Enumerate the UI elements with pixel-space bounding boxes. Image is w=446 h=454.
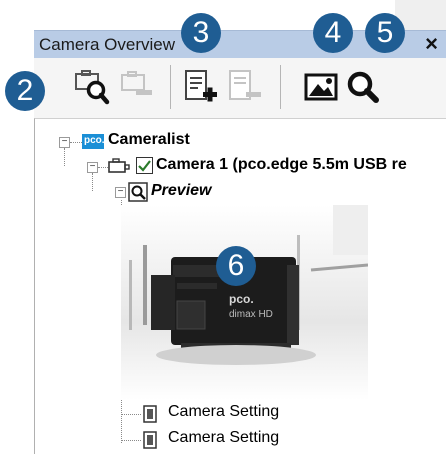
tree-connector xyxy=(64,148,65,166)
tree-connector xyxy=(121,440,141,441)
panel-title: Camera Overview xyxy=(39,35,176,54)
camera-setting-item[interactable]: Camera Setting xyxy=(168,403,279,421)
callout-badge-4: 4 xyxy=(313,13,353,53)
checkmark-icon xyxy=(138,160,151,172)
callout-badge-5: 5 xyxy=(365,13,405,53)
magnifier-icon xyxy=(347,71,379,103)
close-button[interactable]: × xyxy=(425,32,438,56)
cameralist-label[interactable]: Cameralist xyxy=(108,131,190,149)
camera-remove-icon xyxy=(121,71,152,95)
settings-document-icon xyxy=(143,405,157,423)
image-button[interactable] xyxy=(300,66,344,108)
camera-remove-button[interactable] xyxy=(116,66,160,108)
camera-search-icon xyxy=(75,70,110,105)
tree-connector xyxy=(121,414,141,415)
camera-brand-text: pco. xyxy=(229,292,254,306)
image-icon xyxy=(304,73,338,101)
preview-label[interactable]: Preview xyxy=(151,182,211,200)
callout-badge-2: 2 xyxy=(5,71,45,111)
toolbar-separator xyxy=(170,65,171,109)
camera-photo: pco. dimax HD xyxy=(121,205,368,400)
camera-model-text: dimax HD xyxy=(229,309,273,320)
preview-magnifier-icon xyxy=(128,182,148,202)
camera-preview-image[interactable]: pco. dimax HD xyxy=(121,205,368,400)
callout-badge-3: 3 xyxy=(181,13,221,53)
remove-item-button[interactable] xyxy=(224,66,268,108)
add-item-button[interactable] xyxy=(180,66,224,108)
camera-label[interactable]: Camera 1 (pco.edge 5.5m USB re xyxy=(156,156,407,174)
settings-document-icon xyxy=(143,431,157,449)
document-add-icon xyxy=(185,70,217,102)
cameralist-collapse-toggle[interactable]: − xyxy=(59,137,70,148)
preview-collapse-toggle[interactable]: − xyxy=(115,187,126,198)
tree-connector xyxy=(70,142,82,143)
camera-setting-item[interactable]: Camera Setting xyxy=(168,429,279,447)
document-remove-icon xyxy=(229,70,261,100)
camera-search-button[interactable] xyxy=(72,66,116,108)
pco-logo-text: pco. xyxy=(84,135,105,146)
callout-badge-6: 6 xyxy=(216,246,256,286)
camera-icon xyxy=(108,158,130,173)
camera-collapse-toggle[interactable]: − xyxy=(87,162,98,173)
toolbar-separator xyxy=(280,65,281,109)
toolbar xyxy=(34,58,446,118)
tree-connector xyxy=(92,173,93,191)
zoom-button[interactable] xyxy=(342,66,386,108)
camera-enable-checkbox[interactable] xyxy=(136,157,153,174)
pco-logo-icon: pco. xyxy=(82,134,105,149)
